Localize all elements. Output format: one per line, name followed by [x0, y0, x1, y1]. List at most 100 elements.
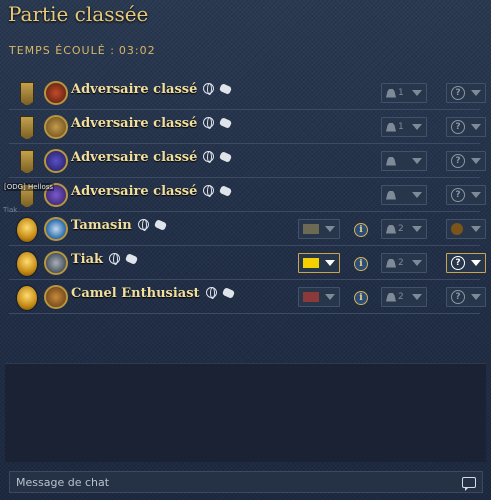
team-number: 2 — [398, 258, 404, 268]
chevron-down-icon — [471, 90, 481, 96]
player-avatar[interactable] — [44, 251, 68, 275]
player-name[interactable]: Adversaire classé — [71, 150, 233, 165]
player-name-text: Adversaire classé — [71, 150, 198, 165]
chevron-down-icon — [471, 158, 481, 164]
color-dropdown[interactable]: ? — [446, 287, 486, 307]
team-dropdown[interactable]: 1 — [381, 117, 427, 137]
team-icon — [386, 156, 398, 166]
team-dropdown[interactable]: 2 — [381, 253, 427, 273]
random-color-icon: ? — [451, 86, 465, 100]
controller-icon — [219, 117, 233, 129]
controller-icon — [124, 253, 139, 265]
civilization-flag-icon — [303, 292, 319, 302]
civilization-info-icon[interactable]: i — [354, 257, 368, 271]
civilization-flag-icon — [303, 224, 319, 234]
player-row[interactable]: Tamasin i 2 — [9, 212, 486, 246]
page-title: Partie classée — [8, 2, 149, 26]
controller-icon — [219, 185, 233, 197]
chevron-down-icon — [471, 294, 481, 300]
team-dropdown[interactable]: 2 — [381, 219, 427, 239]
globe-icon — [109, 253, 121, 265]
team-dropdown[interactable]: 1 — [381, 83, 427, 103]
player-row[interactable]: Adversaire classé? — [9, 178, 486, 212]
chevron-down-icon — [412, 158, 422, 164]
team-icon: 1 — [386, 122, 404, 132]
team-icon: 2 — [386, 224, 404, 234]
player-name[interactable]: Adversaire classé — [71, 82, 233, 97]
team-icon: 1 — [386, 88, 404, 98]
chevron-down-icon — [412, 260, 422, 266]
chevron-down-icon — [325, 226, 335, 232]
player-row[interactable]: Adversaire classé 1? — [9, 76, 486, 110]
chat-log — [5, 363, 486, 462]
player-avatar[interactable] — [44, 81, 68, 105]
player-name[interactable]: Adversaire classé — [71, 116, 233, 131]
rank-icon — [17, 217, 37, 243]
player-avatar[interactable] — [44, 149, 68, 173]
player-tooltip-sub: Tiak — [3, 206, 18, 214]
player-avatar[interactable] — [44, 217, 68, 241]
player-list: Adversaire classé 1? Adversaire classé 1? Ad… — [9, 76, 486, 314]
random-color-icon: ? — [451, 256, 465, 270]
chat-bubble-icon[interactable] — [462, 476, 476, 491]
chevron-down-icon — [325, 294, 335, 300]
team-icon: 2 — [386, 258, 404, 268]
player-name-text: Adversaire classé — [71, 184, 198, 199]
player-avatar[interactable] — [44, 285, 68, 309]
player-row[interactable]: Camel Enthusiast i 2? — [9, 280, 486, 314]
color-dropdown[interactable]: ? — [446, 185, 486, 205]
chevron-down-icon — [471, 260, 481, 266]
color-dropdown[interactable]: ? — [446, 253, 486, 273]
team-number: 1 — [398, 122, 404, 132]
chevron-down-icon — [325, 260, 335, 266]
globe-icon — [203, 117, 215, 129]
chat-placeholder: Message de chat — [16, 475, 110, 489]
player-avatar[interactable] — [44, 115, 68, 139]
elapsed-time-value: 03:02 — [118, 44, 156, 57]
team-number: 2 — [398, 292, 404, 302]
chat-input[interactable]: Message de chat — [9, 471, 483, 493]
color-swatch — [451, 223, 463, 235]
elapsed-time: TEMPS ÉCOULÉ : 03:02 — [9, 44, 156, 57]
color-dropdown[interactable]: ? — [446, 83, 486, 103]
chevron-down-icon — [412, 294, 422, 300]
chevron-down-icon — [471, 226, 481, 232]
team-dropdown[interactable] — [381, 151, 427, 171]
team-icon — [386, 190, 398, 200]
player-row[interactable]: Tiak i 2? — [9, 246, 486, 280]
player-name[interactable]: Adversaire classé — [71, 184, 233, 199]
color-dropdown[interactable]: ? — [446, 117, 486, 137]
player-name-text: Tamasin — [71, 218, 132, 233]
rank-icon — [17, 149, 37, 175]
controller-icon — [153, 219, 167, 231]
civilization-info-icon[interactable]: i — [354, 223, 368, 237]
controller-icon — [219, 83, 233, 95]
civilization-dropdown[interactable] — [298, 253, 340, 273]
civilization-dropdown[interactable] — [298, 287, 340, 307]
player-row[interactable]: Adversaire classé 1? — [9, 110, 486, 144]
team-dropdown[interactable] — [381, 185, 427, 205]
chevron-down-icon — [471, 192, 481, 198]
civilization-info-icon[interactable]: i — [354, 291, 368, 305]
rank-icon — [17, 251, 37, 277]
player-row[interactable]: Adversaire classé? — [9, 144, 486, 178]
chevron-down-icon — [471, 124, 481, 130]
chevron-down-icon — [412, 192, 422, 198]
elapsed-time-label: TEMPS ÉCOULÉ : — [9, 44, 115, 57]
color-dropdown[interactable] — [446, 219, 486, 239]
chevron-down-icon — [412, 226, 422, 232]
team-dropdown[interactable]: 2 — [381, 287, 427, 307]
team-number: 2 — [398, 224, 404, 234]
controller-icon — [219, 151, 233, 163]
player-name-text: Camel Enthusiast — [71, 286, 200, 301]
player-name[interactable]: Tamasin — [71, 218, 167, 233]
globe-icon — [203, 185, 215, 197]
civilization-dropdown[interactable] — [298, 219, 340, 239]
player-name[interactable]: Tiak — [71, 252, 139, 267]
color-dropdown[interactable]: ? — [446, 151, 486, 171]
player-name[interactable]: Camel Enthusiast — [71, 286, 235, 301]
globe-icon — [203, 151, 215, 163]
random-color-icon: ? — [451, 188, 465, 202]
chevron-down-icon — [412, 124, 422, 130]
team-icon: 2 — [386, 292, 404, 302]
